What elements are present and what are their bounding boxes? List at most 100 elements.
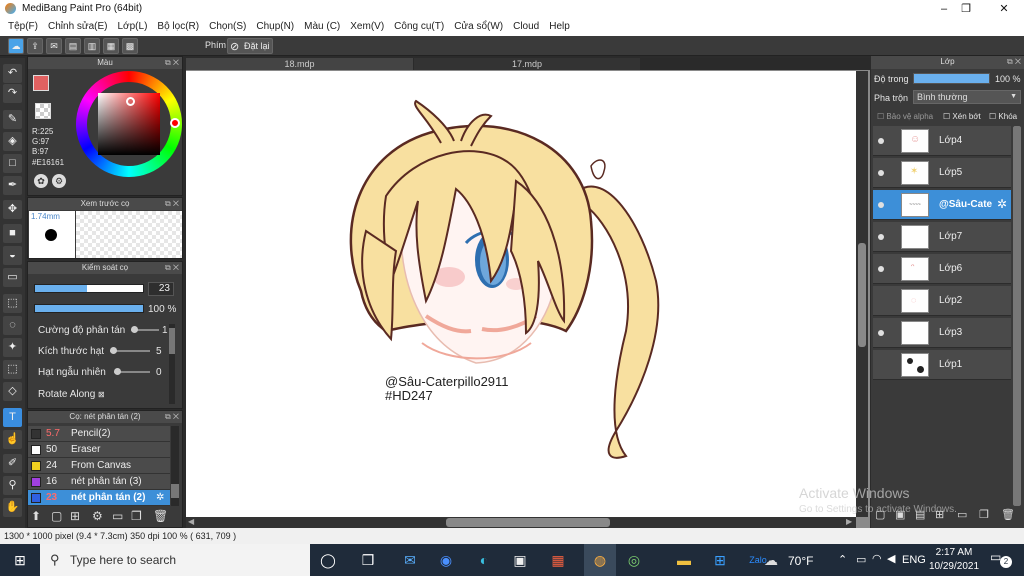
tray-chevron-icon[interactable]: ⌃ [838, 553, 847, 566]
panel-options-icon[interactable]: ⧉ ✕ [165, 411, 179, 423]
taskbar-search[interactable]: ⚲ Type here to search [40, 544, 310, 576]
layer-row-lop6[interactable]: ᵔ Lớp6 [873, 254, 1011, 284]
vertical-scrollbar[interactable] [856, 71, 868, 517]
panel-options-icon[interactable]: ⧉ ✕ [165, 262, 179, 274]
trash-icon[interactable]: 🗑 [153, 509, 168, 523]
dropper-icon[interactable]: ⚲ [3, 476, 22, 495]
visibility-icon[interactable] [878, 138, 884, 144]
gradient-icon[interactable]: ▭ [3, 268, 22, 287]
palette-settings-icon[interactable]: ⚙ [52, 174, 66, 188]
brush-item-scatter-3[interactable]: 16 nét phân tán (3) [28, 474, 170, 490]
panel-options-icon[interactable]: ⧉ ✕ [1007, 56, 1021, 68]
menu-layer[interactable]: Lớp(L) [113, 18, 153, 36]
brush-item-pencil[interactable]: 5.7 Pencil(2) [28, 426, 170, 442]
menu-window[interactable]: Cửa sổ(W) [449, 18, 508, 36]
alpha-protect-checkbox[interactable]: ☐ Bảo vệ alpha [877, 112, 933, 121]
horizontal-scrollbar[interactable]: ◀ ▶ [186, 517, 856, 528]
gear-icon[interactable]: ✲ [997, 197, 1007, 211]
windows-icon[interactable]: ⊞ [708, 548, 732, 572]
panel-options-icon[interactable]: ⧉ ✕ [165, 198, 179, 210]
visibility-icon[interactable] [878, 330, 884, 336]
secondary-color-swatch[interactable] [35, 103, 51, 119]
document-icon[interactable]: ▥ [84, 38, 100, 54]
merge-icon[interactable]: ❐ [979, 508, 989, 521]
menu-filter[interactable]: Bộ lọc(R) [152, 18, 204, 36]
bucket-icon[interactable]: ◒ [3, 246, 22, 265]
weather-temp[interactable]: 70°F [788, 554, 813, 568]
add-brush-icon[interactable]: ⊞ [70, 509, 80, 523]
scatter-strength-slider[interactable] [131, 326, 159, 333]
text-tool-icon[interactable]: T [3, 408, 22, 427]
layer-row-lop4[interactable]: ☺ Lớp4 [873, 126, 1011, 156]
layer-row-signature[interactable]: ~~~~ @Sâu-Cate ✲ [873, 190, 1011, 220]
brush-opacity-slider[interactable] [34, 304, 144, 313]
visibility-icon[interactable] [878, 202, 884, 208]
palette-icon[interactable]: ✿ [34, 174, 48, 188]
brush-control-scrollbar[interactable] [169, 324, 175, 404]
select-pen-icon[interactable]: ⬚ [3, 360, 22, 379]
random-particle-slider[interactable] [114, 368, 150, 375]
gear-icon[interactable]: ✲ [156, 490, 164, 506]
move-tool-icon[interactable]: ✥ [3, 200, 22, 219]
brush-list-scrollbar[interactable] [171, 426, 179, 506]
zoom-icon[interactable]: ◉ [434, 548, 458, 572]
fill-rect-icon[interactable]: ■ [3, 224, 22, 243]
select-eraser-icon[interactable]: ◇ [3, 382, 22, 401]
menu-view[interactable]: Xem(V) [345, 18, 389, 36]
wifi-icon[interactable]: ◠ [872, 552, 882, 565]
hue-cursor[interactable] [170, 118, 180, 128]
vertical-scroll-thumb[interactable] [858, 243, 866, 347]
brush-size-slider[interactable] [34, 284, 144, 293]
close-button[interactable]: ✕ [984, 0, 1024, 18]
comment-icon[interactable]: ✉ [46, 38, 62, 54]
brush-item-scatter-2[interactable]: 23 nét phân tán (2) ✲ [28, 490, 170, 506]
horizontal-scroll-thumb[interactable] [446, 518, 610, 527]
tab-17-mdp[interactable]: 17.mdp [414, 58, 640, 70]
eyedropper-icon[interactable]: ✐ [3, 454, 22, 473]
reset-button[interactable]: ⊘ Đặt lại [227, 38, 273, 54]
cloud-icon[interactable]: ☁ [8, 38, 24, 54]
menu-edit[interactable]: Chỉnh sửa(E) [43, 18, 113, 36]
operation-icon[interactable]: ☝ [3, 430, 22, 449]
layer-scrollbar[interactable] [1013, 126, 1021, 506]
grid-icon[interactable]: ▦ [103, 38, 119, 54]
panel-options-icon[interactable]: ⧉ ✕ [165, 57, 179, 69]
grid-alt-icon[interactable]: ▩ [122, 38, 138, 54]
brush-settings-icon[interactable]: ⚙ [92, 509, 103, 523]
medibang-taskbar-icon[interactable]: ◍ [584, 544, 616, 576]
brush-cloud-icon[interactable]: ⬆ [31, 509, 41, 523]
rectangle-tool-icon[interactable]: □ [3, 154, 22, 173]
pen-tool-icon[interactable]: ✒ [3, 176, 22, 195]
layer-row-lop5[interactable]: ✶ Lớp5 [873, 158, 1011, 188]
color-picker-cursor[interactable] [126, 97, 135, 106]
windows-start-icon[interactable]: ⊞ [8, 548, 32, 572]
network-icon[interactable]: ▭ [856, 553, 866, 566]
visibility-icon[interactable] [878, 266, 884, 272]
store-icon[interactable]: ▣ [508, 548, 532, 572]
language-indicator[interactable]: ENG [902, 554, 926, 566]
particle-size-slider[interactable] [110, 347, 150, 354]
menu-help[interactable]: Help [544, 18, 575, 36]
mail-icon[interactable]: ✉ [398, 548, 422, 572]
folder-icon[interactable]: ▭ [112, 509, 123, 523]
volume-icon[interactable]: ◀ [887, 552, 895, 565]
brush-item-from-canvas[interactable]: 24 From Canvas [28, 458, 170, 474]
layer-row-lop1[interactable]: Lớp1 [873, 350, 1011, 380]
copy-icon[interactable]: ❐ [131, 509, 142, 523]
drawing-canvas[interactable]: @Sâu-Caterpillo2911 #HD247 [186, 71, 856, 517]
visibility-icon[interactable] [878, 170, 884, 176]
select-rect-icon[interactable]: ⬚ [3, 294, 22, 313]
brush-size-value[interactable]: 23 [148, 282, 174, 296]
message-icon[interactable]: ▤ [65, 38, 81, 54]
restore-button[interactable]: ❐ [946, 0, 986, 18]
scroll-left-icon[interactable]: ◀ [188, 517, 194, 526]
lock-checkbox[interactable]: ☐ Khóa [989, 112, 1017, 121]
visibility-icon[interactable] [878, 234, 884, 240]
folder-icon[interactable]: ▭ [957, 508, 967, 521]
clock-date[interactable]: 10/29/2021 [927, 561, 981, 572]
edge-icon[interactable]: ◐ [472, 548, 496, 572]
cortana-icon[interactable]: ◯ [316, 548, 340, 572]
layer-opacity-slider[interactable] [913, 73, 990, 84]
notification-icon[interactable]: ▭ 2 [990, 550, 1012, 568]
brush-tool-icon[interactable]: ✎ [3, 110, 22, 129]
